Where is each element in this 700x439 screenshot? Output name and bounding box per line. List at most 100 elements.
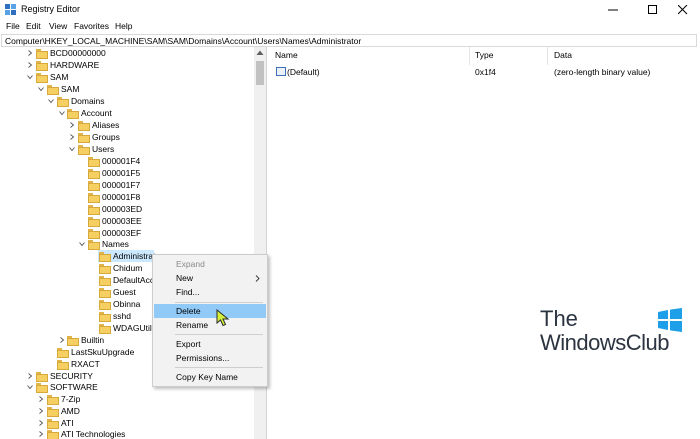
folder-icon xyxy=(36,372,48,382)
scroll-thumb[interactable] xyxy=(256,61,264,85)
folder-icon xyxy=(78,121,90,131)
address-bar[interactable]: Computer\HKEY_LOCAL_MACHINE\SAM\SAM\Doma… xyxy=(1,34,697,47)
menu-bar: File Edit View Favorites Help xyxy=(0,20,700,34)
menu-item-export[interactable]: Export xyxy=(154,337,266,351)
close-icon xyxy=(678,5,688,15)
menu-item-copy-key-name[interactable]: Copy Key Name xyxy=(154,370,266,384)
menu-view[interactable]: View xyxy=(49,21,67,31)
chevron-down-icon[interactable] xyxy=(69,146,75,152)
tree-item-label: Builtin xyxy=(81,335,105,345)
close-button[interactable] xyxy=(666,0,700,20)
menu-item-label: Expand xyxy=(176,259,205,269)
minimize-button[interactable] xyxy=(596,0,630,20)
registry-editor-icon xyxy=(5,4,16,15)
column-header-name[interactable]: Name xyxy=(275,50,298,60)
chevron-down-icon[interactable] xyxy=(27,384,33,390)
menu-favorites[interactable]: Favorites xyxy=(74,21,109,31)
tree-item-label: 000001F7 xyxy=(102,180,141,190)
maximize-button[interactable] xyxy=(636,0,670,20)
folder-icon xyxy=(99,288,111,298)
folder-icon xyxy=(36,73,48,83)
chevron-right-icon[interactable] xyxy=(38,420,44,426)
chevron-right-icon[interactable] xyxy=(38,431,44,437)
tree-item-label: Account xyxy=(81,108,112,118)
windowsclub-logo-icon xyxy=(658,308,682,332)
folder-icon xyxy=(47,395,59,405)
menu-item-label: Find... xyxy=(176,287,200,297)
column-header-type[interactable]: Type xyxy=(475,50,493,60)
folder-icon xyxy=(88,193,100,203)
watermark-line1: The xyxy=(540,306,578,331)
tree-item-label: Guest xyxy=(113,287,136,297)
value-type: 0x1f4 xyxy=(475,67,496,77)
folder-icon xyxy=(57,360,69,370)
menu-item-label: Rename xyxy=(176,320,209,330)
chevron-down-icon[interactable] xyxy=(27,74,33,80)
tree-item-label: ATI Technologies xyxy=(61,429,126,439)
chevron-right-icon[interactable] xyxy=(27,373,33,379)
chevron-right-icon[interactable] xyxy=(27,62,33,68)
tree-item-label: AMD xyxy=(61,406,80,416)
tree-item-label: Obinna xyxy=(113,299,141,309)
tree-item-label: Users xyxy=(92,144,115,154)
watermark: The WindowsClub xyxy=(540,306,690,356)
menu-item-new[interactable]: New xyxy=(154,271,266,285)
tree-item-label: 000001F8 xyxy=(102,192,141,202)
chevron-down-icon[interactable] xyxy=(48,98,54,104)
scroll-up-arrow-icon[interactable] xyxy=(256,50,264,56)
tree-item-label: Names xyxy=(102,239,129,249)
folder-icon xyxy=(57,348,69,358)
chevron-right-icon[interactable] xyxy=(38,408,44,414)
folder-icon xyxy=(57,97,69,107)
folder-icon xyxy=(88,157,100,167)
tree-item-label: ATI xyxy=(61,418,74,428)
chevron-down-icon[interactable] xyxy=(59,110,65,116)
menu-file[interactable]: File xyxy=(6,21,20,31)
chevron-down-icon[interactable] xyxy=(79,241,85,247)
column-header-data[interactable]: Data xyxy=(554,50,572,60)
tree-item-label: WDAGUtilit xyxy=(113,323,156,333)
chevron-right-icon[interactable] xyxy=(69,122,75,128)
column-divider[interactable] xyxy=(469,47,470,65)
folder-icon xyxy=(47,419,59,429)
folder-icon xyxy=(88,217,100,227)
column-divider[interactable] xyxy=(547,47,548,65)
folder-icon xyxy=(88,205,100,215)
tree-item-label: Groups xyxy=(92,132,120,142)
mouse-cursor-icon xyxy=(216,309,230,327)
tree-item-label: SAM xyxy=(61,84,80,94)
menu-item-delete[interactable]: Delete xyxy=(154,304,266,318)
menu-item-find[interactable]: Find... xyxy=(154,285,266,299)
folder-icon xyxy=(47,430,59,439)
folder-icon xyxy=(47,85,59,95)
tree-item-label: 000001F5 xyxy=(102,168,141,178)
menu-item-label: Permissions... xyxy=(176,353,230,363)
menu-item-permissions[interactable]: Permissions... xyxy=(154,351,266,365)
menu-edit[interactable]: Edit xyxy=(26,21,41,31)
menu-separator xyxy=(175,367,263,368)
chevron-right-icon[interactable] xyxy=(69,134,75,140)
menu-item-label: Export xyxy=(176,339,201,349)
folder-icon xyxy=(36,383,48,393)
tree-item-label: SOFTWARE xyxy=(50,382,98,392)
value-name: (Default) xyxy=(287,67,320,77)
folder-icon xyxy=(67,336,79,346)
tree-item-label: RXACT xyxy=(71,359,100,369)
folder-icon xyxy=(88,169,100,179)
binary-value-icon xyxy=(276,67,286,76)
menu-help[interactable]: Help xyxy=(115,21,132,31)
menu-item-expand[interactable]: Expand xyxy=(154,257,266,271)
title-bar: Registry Editor xyxy=(0,0,700,20)
values-pane[interactable]: Name Type Data (Default) 0x1f4 (zero-len… xyxy=(268,47,700,439)
tree-item-label: 000003ED xyxy=(102,204,143,214)
chevron-right-icon[interactable] xyxy=(27,50,33,56)
folder-icon xyxy=(36,61,48,71)
chevron-right-icon[interactable] xyxy=(38,396,44,402)
tree-item-label: Chidum xyxy=(113,263,143,273)
tree-item-label: SAM xyxy=(50,72,69,82)
folder-icon xyxy=(99,312,111,322)
value-data: (zero-length binary value) xyxy=(554,67,651,77)
chevron-right-icon[interactable] xyxy=(59,337,65,343)
chevron-down-icon[interactable] xyxy=(38,86,44,92)
menu-item-rename[interactable]: Rename xyxy=(154,318,266,332)
